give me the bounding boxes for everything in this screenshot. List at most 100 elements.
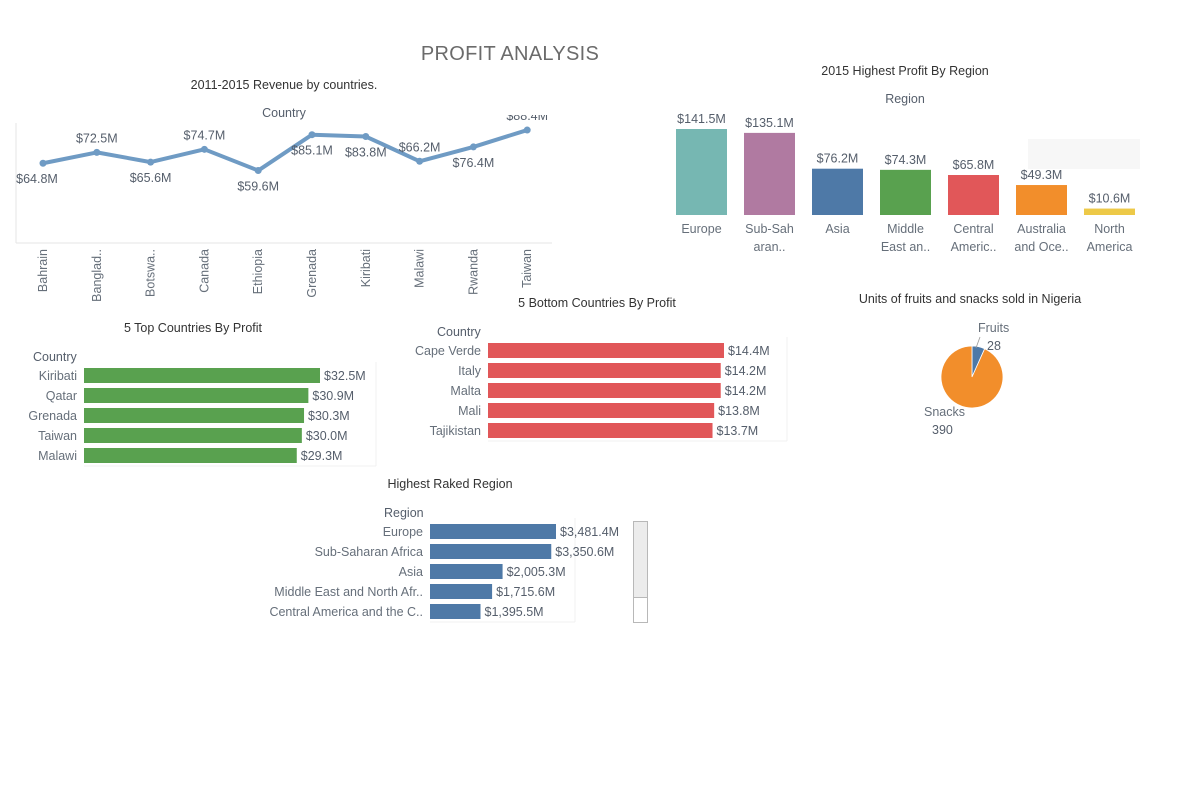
raked-region-bar: [430, 564, 503, 579]
raked-region-value-label: $3,350.6M: [555, 545, 614, 559]
top5-bar: [84, 388, 309, 403]
bottom5-value-label: $14.2M: [725, 384, 767, 398]
revenue-category-label: Ethiopia: [251, 249, 265, 294]
revenue-category-label: Rwanda: [466, 249, 480, 295]
raked-region-value-label: $1,715.6M: [496, 585, 555, 599]
revenue-point: [93, 148, 101, 156]
region-2015-category-label: Sub-Sah: [745, 222, 794, 236]
revenue-value-label: $88.4M: [506, 115, 548, 123]
region-2015-category-label: America: [1087, 240, 1133, 254]
bottom5-category-label: Malta: [450, 384, 481, 398]
region-2015-bar: [812, 168, 863, 215]
revenue-point: [308, 131, 316, 139]
bottom5-category-label: Cape Verde: [415, 344, 481, 358]
dashboard-title: PROFIT ANALYSIS: [420, 43, 600, 65]
raked-region-bar: [430, 584, 493, 599]
revenue-category-label: Grenada: [305, 249, 319, 298]
region-2015-category-label: Europe: [681, 222, 721, 236]
region-2015-category-label: North: [1094, 222, 1125, 236]
top5-chart-title: 5 Top Countries By Profit: [123, 321, 263, 335]
top5-bar: [84, 368, 320, 383]
region-2015-value-label: $74.3M: [885, 153, 927, 167]
revenue-value-label: $74.7M: [184, 128, 226, 142]
revenue-category-label: Malawi: [413, 249, 427, 288]
bottom5-chart-title: 5 Bottom Countries By Profit: [518, 296, 676, 310]
revenue-point: [39, 159, 47, 167]
bottom5-category-label: Mali: [458, 404, 481, 418]
raked-region-category-label: Central America and the C..: [269, 605, 423, 619]
raked-region-category-label: Sub-Saharan Africa: [315, 545, 423, 559]
revenue-category-label: Bahrain: [36, 249, 50, 292]
top5-category-label: Malawi: [38, 449, 77, 463]
top5-bar: [84, 408, 305, 423]
revenue-category-label: Banglad..: [90, 249, 104, 302]
top5-category-label: Taiwan: [38, 429, 77, 443]
region-2015-bar: [880, 169, 931, 215]
revenue-chart-title: 2011-2015 Revenue by countries.: [190, 78, 378, 92]
scrollbar-thumb[interactable]: [634, 522, 647, 598]
nigeria-pie-chart: Fruits 28 Snacks 390: [924, 321, 1009, 437]
region-2015-bar: [1084, 208, 1135, 215]
pie-label-fruits-name: Fruits: [978, 321, 1009, 335]
revenue-point: [147, 158, 155, 166]
top5-value-label: $30.3M: [308, 409, 350, 423]
region-2015-axis-header: Region: [885, 92, 925, 106]
revenue-value-label: $85.1M: [291, 144, 333, 158]
region-2015-chart-title: 2015 Highest Profit By Region: [821, 64, 989, 78]
revenue-category-label: Botswa..: [144, 249, 158, 297]
pie-label-snacks-value: 390: [932, 423, 953, 437]
top5-category-label: Qatar: [46, 389, 77, 403]
region-2015-category-label: Asia: [825, 222, 849, 236]
bottom5-value-label: $13.8M: [718, 404, 760, 418]
region-2015-value-label: $65.8M: [953, 158, 995, 172]
top5-value-label: $30.9M: [312, 389, 354, 403]
top5-value-label: $30.0M: [306, 429, 348, 443]
revenue-value-label: $59.6M: [237, 180, 279, 194]
bottom5-category-label: Tajikistan: [430, 424, 481, 438]
top5-bar: [84, 448, 297, 463]
raked-region-bar: [430, 604, 481, 619]
region-2015-value-label: $135.1M: [745, 116, 794, 130]
revenue-point: [254, 167, 262, 175]
revenue-point: [362, 133, 370, 141]
top5-value-label: $32.5M: [324, 369, 366, 383]
bottom5-value-label: $13.7M: [717, 424, 759, 438]
region-2015-category-label: Australia: [1017, 222, 1066, 236]
region-2015-bar: [948, 175, 999, 215]
raked-region-value-label: $3,481.4M: [560, 525, 619, 539]
top5-bar: [84, 428, 302, 443]
bottom5-bar: [488, 423, 713, 438]
region-2015-bar-chart: $141.5M Europe $135.1M Sub-Sah aran.. $76.2M A…: [676, 112, 1135, 254]
region-2015-value-label: $49.3M: [1021, 168, 1063, 182]
raked-region-category-label: Middle East and North Afr..: [274, 585, 423, 599]
region-2015-category-label: aran..: [754, 240, 786, 254]
region-2015-value-label: $10.6M: [1089, 192, 1131, 206]
raked-region-scrollbar[interactable]: [633, 521, 648, 623]
pie-label-fruits-value: 28: [987, 339, 1001, 353]
raked-region-title: Highest Raked Region: [387, 477, 513, 491]
bottom5-bar: [488, 403, 715, 418]
region-2015-category-label: and Oce..: [1014, 240, 1068, 254]
revenue-point: [200, 145, 208, 153]
revenue-value-label: $76.4M: [453, 156, 495, 170]
region-2015-category-label: Americ..: [951, 240, 997, 254]
revenue-category-label: Kiribati: [359, 249, 373, 287]
bottom5-bar: [488, 343, 724, 358]
bottom5-bar: [488, 383, 721, 398]
region-2015-bar: [1016, 185, 1067, 215]
raked-region-category-label: Europe: [383, 525, 423, 539]
raked-region-bar: [430, 524, 556, 539]
revenue-value-label: $65.6M: [130, 171, 172, 185]
region-2015-category-label: Central: [953, 222, 993, 236]
nigeria-pie-title: Units of fruits and snacks sold in Niger…: [858, 292, 1082, 306]
top5-bar-chart: Kiribati $32.5M Qatar $30.9M Grenada $30.3M Ta…: [28, 362, 377, 467]
region-2015-value-label: $141.5M: [677, 112, 726, 126]
revenue-category-label: Canada: [197, 249, 211, 293]
region-2015-value-label: $76.2M: [817, 152, 859, 166]
bottom5-bar-chart: Cape Verde $14.4M Italy $14.2M Malta $14.2M Ma…: [415, 337, 788, 442]
revenue-point: [416, 157, 424, 165]
revenue-category-label: Taiwan: [520, 249, 534, 288]
revenue-value-label: $72.5M: [76, 131, 118, 145]
pie-slice-snacks: [940, 345, 1004, 409]
raked-region-value-label: $2,005.3M: [507, 565, 566, 579]
